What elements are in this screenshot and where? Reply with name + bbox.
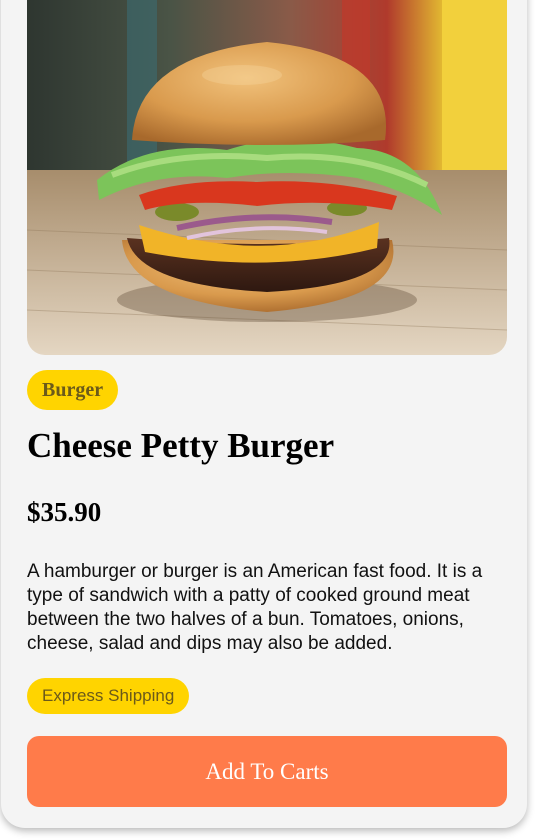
product-description: A hamburger or burger is an American fas… (27, 561, 483, 654)
product-image (27, 0, 507, 355)
product-price: $35.90 (27, 497, 102, 527)
category-badge: Burger (27, 370, 119, 410)
add-to-cart-button[interactable]: Add To Carts (27, 736, 507, 807)
shipping-badge: Express Shipping (27, 678, 190, 714)
burger-photo (27, 0, 507, 355)
product-title: Cheese Petty Burger (27, 426, 335, 465)
